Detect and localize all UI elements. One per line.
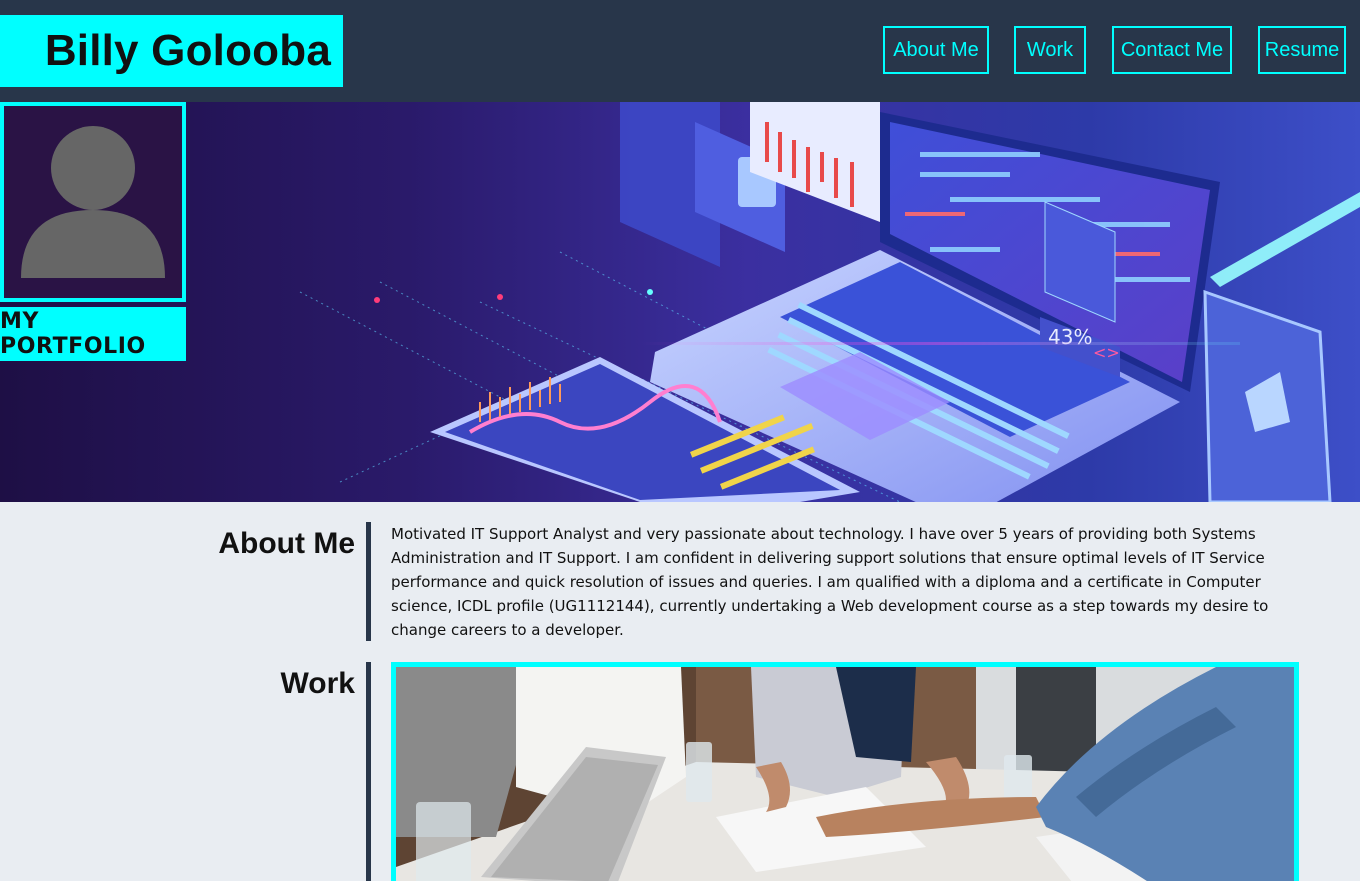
brand-name: Billy Golooba xyxy=(44,26,331,75)
nav-work[interactable]: Work xyxy=(1014,26,1086,74)
work-meeting-photo xyxy=(396,667,1294,881)
hero-banner: 43% <> xyxy=(0,102,1360,502)
nav-contact-me[interactable]: Contact Me xyxy=(1112,26,1232,74)
portfolio-tag: MY PORTFOLIO xyxy=(0,307,186,361)
about-divider xyxy=(366,522,371,641)
about-text: Motivated IT Support Analyst and very pa… xyxy=(391,525,1269,639)
site-header: Billy Golooba About Me Work Contact Me R… xyxy=(0,0,1360,102)
work-heading: Work xyxy=(280,667,355,700)
portfolio-label: MY PORTFOLIO xyxy=(0,309,146,359)
work-image[interactable] xyxy=(391,662,1299,881)
hero-code-symbol: <> xyxy=(1093,343,1120,362)
hero-tech-illustration: 43% <> xyxy=(299,102,1360,502)
work-divider xyxy=(366,662,371,881)
hero-stat-label: 43% xyxy=(1048,325,1092,349)
nav-about-me[interactable]: About Me xyxy=(883,26,989,74)
nav-resume[interactable]: Resume xyxy=(1258,26,1346,74)
avatar xyxy=(0,102,186,302)
brand-logo[interactable]: Billy Golooba xyxy=(0,15,343,87)
about-heading: About Me xyxy=(218,527,355,560)
user-silhouette-icon xyxy=(21,126,165,278)
